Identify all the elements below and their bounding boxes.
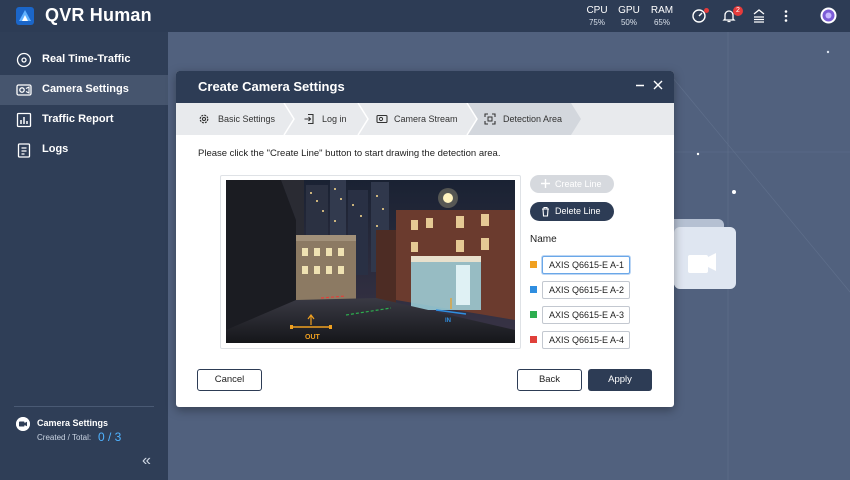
line-color-swatch <box>530 286 537 293</box>
back-button[interactable]: Back <box>517 369 582 391</box>
gear-icon <box>199 114 209 124</box>
step-camera-stream[interactable]: Camera Stream <box>362 103 470 135</box>
line-name-input[interactable] <box>542 331 630 349</box>
sidebar-item-label: Real Time-Traffic <box>42 53 131 65</box>
sidebar: Real Time-Traffic Camera Settings Traffi… <box>0 32 168 480</box>
create-camera-settings-dialog: Create Camera Settings Basic Settings Lo… <box>176 71 674 407</box>
name-column-label: Name <box>530 234 557 245</box>
line-color-swatch <box>530 311 537 318</box>
app-title: QVR Human <box>45 5 152 25</box>
out-line-label: OUT <box>305 334 321 341</box>
delete-line-label: Delete Line <box>555 206 601 216</box>
more-vert-icon[interactable] <box>778 8 794 24</box>
created-total-label: Created / Total: <box>37 433 92 442</box>
sidebar-item-real-time-traffic[interactable]: Real Time-Traffic <box>0 45 168 75</box>
instruction-text: Please click the "Create Line" button to… <box>198 148 501 159</box>
step-log-in[interactable]: Log in <box>286 103 362 135</box>
sidebar-item-label: Logs <box>42 143 69 155</box>
plus-icon <box>541 179 550 188</box>
sidebar-item-traffic-report[interactable]: Traffic Report <box>0 105 168 135</box>
camera-icon <box>16 84 32 96</box>
camera-preview-canvas[interactable]: OUT IN <box>226 180 515 343</box>
trash-icon <box>542 206 549 217</box>
step-label: Camera Stream <box>394 114 458 124</box>
disc-icon <box>16 52 32 68</box>
ram-label: RAM <box>650 5 674 16</box>
cpu-stat: CPU 75% <box>580 5 614 28</box>
app-logo-icon <box>16 7 34 25</box>
create-line-label: Create Line <box>555 179 602 189</box>
created-total-count: 0 / 3 <box>98 430 122 444</box>
cpu-value: 75% <box>588 18 605 27</box>
wizard-steps: Basic Settings Log in Camera Stream Dete… <box>176 103 674 135</box>
line-color-swatch <box>530 336 537 343</box>
top-bar: QVR Human CPU 75% GPU 50% RAM 65% 2 <box>0 0 850 32</box>
close-icon[interactable] <box>652 79 664 91</box>
delete-line-button[interactable]: Delete Line <box>530 202 614 221</box>
gpu-stat: GPU 50% <box>612 5 646 28</box>
notification-badge: 2 <box>733 6 743 16</box>
login-icon <box>304 113 314 125</box>
step-label: Basic Settings <box>218 114 276 124</box>
step-label: Detection Area <box>503 114 563 124</box>
sidebar-item-label: Traffic Report <box>42 113 114 125</box>
user-avatar-icon[interactable] <box>820 7 837 24</box>
line-name-input[interactable] <box>542 256 630 274</box>
apply-button[interactable]: Apply <box>588 369 652 391</box>
sidebar-item-logs[interactable]: Logs <box>0 135 168 165</box>
ram-value: 65% <box>653 18 670 27</box>
camera-badge-icon <box>16 417 30 431</box>
step-basic-settings[interactable]: Basic Settings <box>176 103 286 135</box>
collapse-sidebar-icon[interactable]: « <box>142 452 151 470</box>
bar-chart-icon <box>16 112 32 128</box>
create-line-button[interactable]: Create Line <box>530 175 614 193</box>
sidebar-item-label: Camera Settings <box>42 83 129 95</box>
ram-stat: RAM 65% <box>645 5 679 28</box>
camera-settings-summary-title: Camera Settings <box>37 418 109 428</box>
gpu-value: 50% <box>620 18 637 27</box>
line-name-input[interactable] <box>542 306 630 324</box>
cancel-button[interactable]: Cancel <box>197 369 262 391</box>
sidebar-item-camera-settings[interactable]: Camera Settings <box>0 75 168 105</box>
camera-icon <box>376 114 388 124</box>
clipboard-icon <box>17 143 31 158</box>
gpu-label: GPU <box>618 5 640 16</box>
in-line-label: IN <box>445 318 451 324</box>
cpu-label: CPU <box>586 5 608 16</box>
step-detection-area[interactable]: Detection Area <box>470 103 580 135</box>
line-color-swatch <box>530 261 537 268</box>
download-queue-icon[interactable] <box>751 8 767 24</box>
step-label: Log in <box>322 114 347 124</box>
dialog-header: Create Camera Settings <box>176 71 674 103</box>
speed-alert-dot <box>704 8 709 13</box>
dialog-title: Create Camera Settings <box>198 79 345 94</box>
minimize-icon[interactable] <box>634 79 646 91</box>
line-name-input[interactable] <box>542 281 630 299</box>
focus-icon <box>484 113 496 125</box>
sidebar-divider <box>14 406 154 407</box>
